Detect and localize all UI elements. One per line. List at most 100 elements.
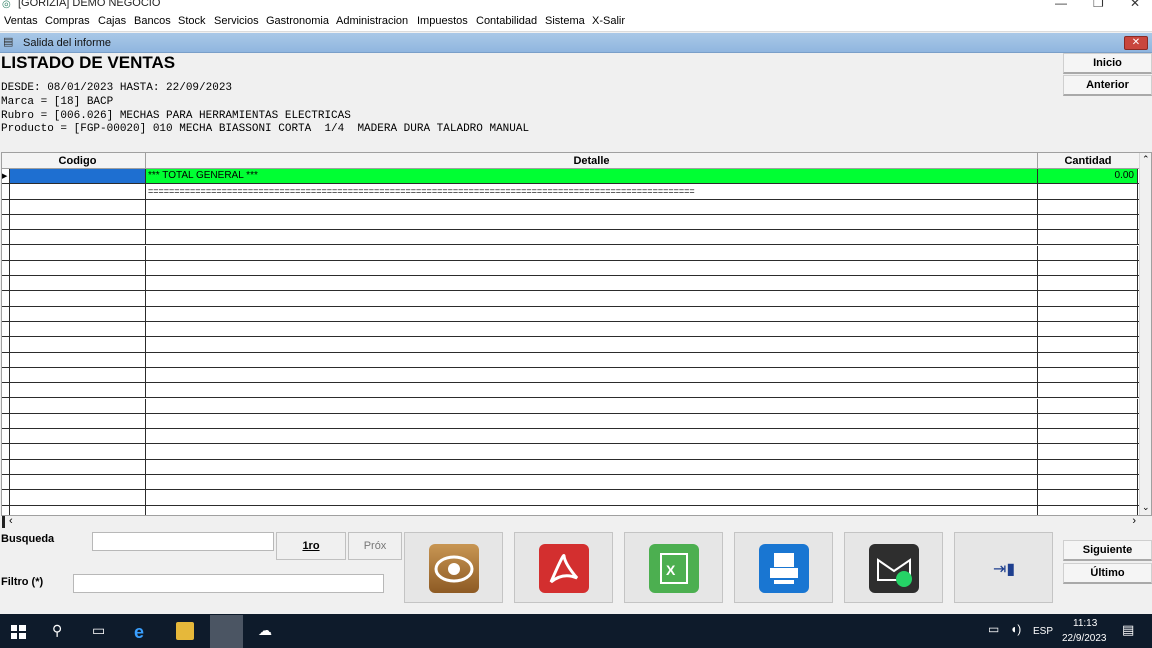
empty-cell[interactable]: [1038, 260, 1138, 276]
filter-input[interactable]: [73, 574, 384, 593]
empty-cell[interactable]: [1038, 367, 1138, 383]
empty-cell[interactable]: [10, 291, 146, 306]
empty-table-row[interactable]: [2, 429, 1141, 445]
cell-detalle[interactable]: *** TOTAL GENERAL ***: [146, 169, 1038, 184]
empty-cell[interactable]: [10, 490, 146, 505]
menu-bancos[interactable]: Bancos: [134, 15, 171, 27]
empty-cell[interactable]: [146, 214, 1038, 230]
empty-cell[interactable]: [146, 230, 1038, 245]
empty-table-row[interactable]: [2, 475, 1141, 491]
empty-cell[interactable]: [1038, 306, 1138, 321]
empty-cell[interactable]: [10, 367, 146, 383]
close-report-icon[interactable]: ✕: [1124, 36, 1148, 50]
empty-cell[interactable]: [1038, 322, 1138, 337]
menu-cajas[interactable]: Cajas: [98, 15, 126, 27]
empty-cell[interactable]: [10, 245, 146, 260]
export-excel-button[interactable]: X: [624, 532, 723, 603]
empty-cell[interactable]: [1038, 444, 1138, 459]
search-input[interactable]: [92, 532, 274, 551]
scroll-thumb[interactable]: [2, 516, 5, 528]
preview-button[interactable]: [404, 532, 503, 603]
horizontal-scrollbar[interactable]: ‹ ›: [1, 515, 1152, 529]
siguiente-button[interactable]: Siguiente: [1063, 540, 1152, 561]
cell-detalle[interactable]: ========================================…: [146, 184, 1038, 199]
empty-table-row[interactable]: [2, 505, 1141, 515]
menu-compras[interactable]: Compras: [45, 15, 90, 27]
email-whatsapp-button[interactable]: [844, 532, 943, 603]
empty-cell[interactable]: [10, 398, 146, 413]
inicio-button[interactable]: Inicio: [1063, 53, 1152, 74]
empty-cell[interactable]: [1038, 214, 1138, 230]
empty-cell[interactable]: [146, 490, 1038, 505]
scroll-left-icon[interactable]: ‹: [9, 515, 13, 527]
empty-cell[interactable]: [1038, 475, 1138, 490]
empty-cell[interactable]: [146, 367, 1038, 383]
search-icon[interactable]: ⚲: [52, 622, 70, 640]
empty-cell[interactable]: [10, 444, 146, 459]
empty-cell[interactable]: [146, 306, 1038, 321]
clock-time[interactable]: 11:13: [1073, 618, 1097, 629]
empty-table-row[interactable]: [2, 444, 1141, 460]
empty-table-row[interactable]: [2, 367, 1141, 384]
empty-cell[interactable]: [146, 429, 1038, 444]
empty-cell[interactable]: [1038, 230, 1138, 245]
empty-table-row[interactable]: [2, 459, 1141, 475]
empty-cell[interactable]: [146, 413, 1038, 429]
empty-cell[interactable]: [146, 276, 1038, 291]
empty-table-row[interactable]: [2, 322, 1141, 338]
ultimo-button[interactable]: Último: [1063, 563, 1152, 584]
clock-date[interactable]: 22/9/2023: [1062, 633, 1107, 644]
empty-cell[interactable]: [1038, 276, 1138, 291]
empty-cell[interactable]: [10, 352, 146, 367]
empty-cell[interactable]: [146, 245, 1038, 260]
empty-table-row[interactable]: [2, 214, 1141, 231]
print-button[interactable]: [734, 532, 833, 603]
export-pdf-button[interactable]: [514, 532, 613, 603]
empty-cell[interactable]: [10, 475, 146, 490]
file-explorer-icon[interactable]: [176, 622, 194, 640]
empty-table-row[interactable]: [2, 245, 1141, 261]
menu-gastronomia[interactable]: Gastronomia: [266, 15, 329, 27]
scroll-down-icon[interactable]: ⌄: [1142, 502, 1150, 513]
empty-table-row[interactable]: [2, 413, 1141, 430]
menu-impuestos[interactable]: Impuestos: [417, 15, 468, 27]
empty-cell[interactable]: [1038, 291, 1138, 306]
close-window-icon[interactable]: ✕: [1130, 0, 1140, 10]
menu-x-salir[interactable]: X-Salir: [592, 15, 625, 27]
cell-codigo[interactable]: [10, 184, 146, 199]
empty-table-row[interactable]: [2, 260, 1141, 277]
exit-report-button[interactable]: ⇥▮: [954, 532, 1053, 603]
empty-cell[interactable]: [10, 383, 146, 398]
restore-icon[interactable]: ❐: [1093, 0, 1104, 10]
scroll-right-icon[interactable]: ›: [1132, 515, 1136, 527]
empty-table-row[interactable]: [2, 352, 1141, 368]
column-header-cantidad[interactable]: Cantidad: [1038, 153, 1138, 169]
empty-cell[interactable]: [10, 322, 146, 337]
empty-cell[interactable]: [1038, 490, 1138, 505]
cell-cantidad[interactable]: 0.00: [1038, 169, 1138, 184]
empty-cell[interactable]: [1038, 459, 1138, 474]
empty-cell[interactable]: [146, 444, 1038, 459]
empty-cell[interactable]: [10, 459, 146, 474]
scroll-up-icon[interactable]: ⌃: [1142, 154, 1150, 165]
empty-cell[interactable]: [10, 214, 146, 230]
volume-icon[interactable]: ◖): [1010, 622, 1028, 640]
empty-cell[interactable]: [146, 398, 1038, 413]
empty-cell[interactable]: [146, 475, 1038, 490]
menu-contabilidad[interactable]: Contabilidad: [476, 15, 537, 27]
cell-codigo[interactable]: [10, 169, 146, 184]
app-icon-secondary[interactable]: ☁: [258, 622, 276, 640]
anterior-button[interactable]: Anterior: [1063, 75, 1152, 96]
empty-table-row[interactable]: [2, 199, 1141, 215]
empty-cell[interactable]: [1038, 245, 1138, 260]
windows-start-icon[interactable]: [10, 622, 28, 640]
empty-cell[interactable]: [1038, 352, 1138, 367]
empty-table-row[interactable]: [2, 337, 1141, 353]
empty-table-row[interactable]: [2, 276, 1141, 292]
internet-explorer-icon[interactable]: e: [134, 622, 152, 642]
empty-cell[interactable]: [10, 230, 146, 245]
menu-ventas[interactable]: Ventas: [4, 15, 38, 27]
empty-cell[interactable]: [1038, 505, 1138, 515]
first-result-button[interactable]: 1ro: [276, 532, 346, 560]
network-icon[interactable]: ▭: [988, 622, 1006, 640]
